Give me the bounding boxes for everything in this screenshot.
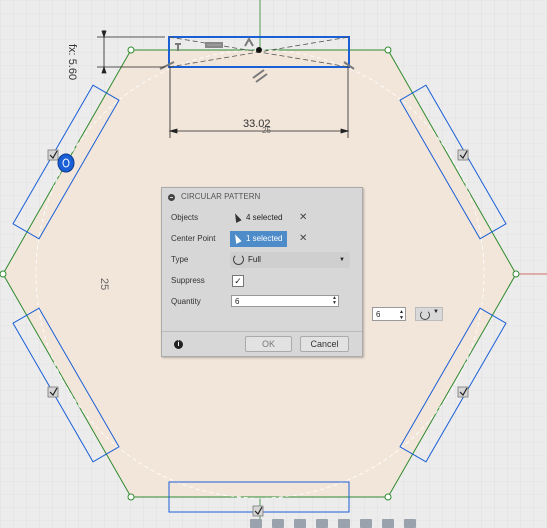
canvas-quantity-stepper[interactable]: ▲ ▼ (399, 309, 404, 321)
view-cube-icon[interactable] (404, 519, 416, 528)
objects-label: Objects (171, 213, 199, 222)
radius-dimension-value[interactable]: 25 (98, 278, 110, 290)
objects-selection[interactable]: 4 selected (230, 210, 287, 226)
clear-center-point-icon[interactable]: ✕ (299, 230, 307, 248)
center-point-label: Center Point (171, 234, 216, 243)
display-settings-icon[interactable] (338, 519, 350, 528)
dialog-title: CIRCULAR PATTERN (181, 192, 261, 201)
quantity-input[interactable]: 6 ▲ ▼ (231, 295, 339, 307)
canvas-type-dropdown[interactable]: ▼ (415, 307, 443, 321)
horizontal-dimension-subvalue: 25 (262, 126, 271, 135)
full-circle-icon (233, 254, 244, 265)
circular-pattern-dialog: CIRCULAR PATTERN Objects 4 selected ✕ Ce… (161, 187, 363, 357)
quantity-stepper[interactable]: ▲ ▼ (332, 296, 337, 306)
zoom-icon[interactable] (294, 519, 306, 528)
objects-row: Objects 4 selected ✕ (162, 209, 362, 227)
suppress-checkbox[interactable]: ✓ (232, 275, 244, 287)
clear-objects-icon[interactable]: ✕ (299, 209, 307, 227)
center-point-marker-icon[interactable] (57, 153, 75, 173)
viewports-icon[interactable] (382, 519, 394, 528)
objects-value: 4 selected (246, 213, 283, 222)
center-point-value: 1 selected (246, 234, 283, 243)
vertical-dimension-prefix: fx: (66, 44, 78, 56)
quantity-value: 6 (235, 297, 240, 306)
quantity-label: Quantity (171, 297, 201, 306)
center-point-selection[interactable]: 1 selected (230, 231, 288, 247)
canvas-quantity-value: 6 (376, 310, 381, 319)
pan-icon[interactable] (272, 519, 284, 528)
type-dropdown[interactable]: Full ▼ (230, 252, 350, 268)
fit-icon[interactable] (316, 519, 328, 528)
vertical-dimension-value[interactable]: fx: 5.60 (66, 44, 78, 80)
info-icon[interactable]: i (174, 340, 183, 349)
dialog-footer: i OK Cancel (162, 331, 362, 356)
full-circle-icon (420, 310, 430, 320)
type-row: Type Full ▼ (162, 251, 362, 269)
grid-settings-icon[interactable] (360, 519, 372, 528)
chevron-down-icon: ▼ (433, 309, 439, 315)
bottom-navigation-toolbar (250, 519, 480, 528)
select-cursor-icon (232, 233, 242, 244)
orbit-icon[interactable] (250, 519, 262, 528)
dialog-header[interactable]: CIRCULAR PATTERN (162, 188, 362, 206)
suppress-label: Suppress (171, 276, 205, 285)
vertical-dimension-number: 5.60 (66, 58, 78, 81)
canvas-quantity-input[interactable]: 6 ▲ ▼ (372, 307, 406, 321)
cancel-button[interactable]: Cancel (300, 336, 349, 352)
chevron-down-icon: ▼ (339, 257, 345, 263)
quantity-row: Quantity 6 ▲ ▼ (162, 293, 362, 311)
collapse-icon[interactable] (168, 193, 175, 201)
center-point-row: Center Point 1 selected ✕ (162, 230, 362, 248)
suppress-row: Suppress ✓ (162, 272, 362, 290)
type-label: Type (171, 255, 189, 264)
type-value: Full (248, 255, 261, 264)
select-cursor-icon (232, 212, 242, 223)
ok-button[interactable]: OK (245, 336, 292, 352)
